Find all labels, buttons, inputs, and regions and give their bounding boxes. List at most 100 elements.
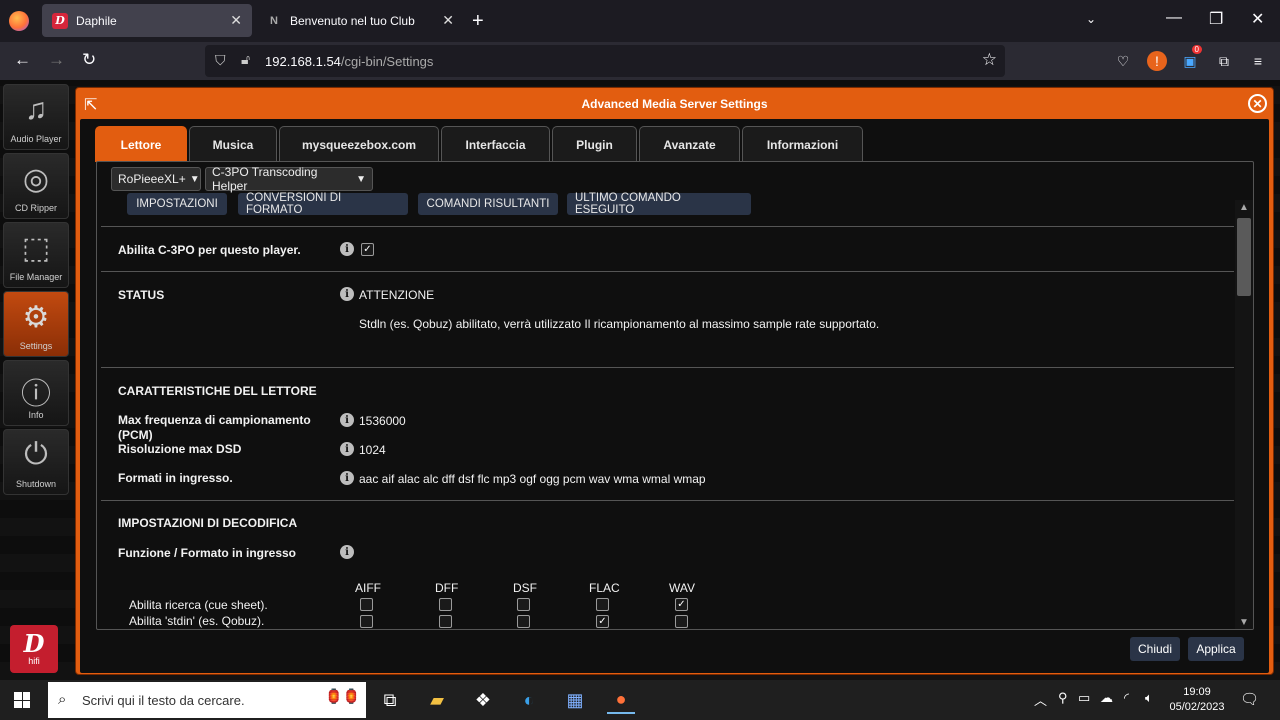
info-icon[interactable]: i <box>340 442 354 456</box>
store-icon[interactable]: ▦ <box>561 686 589 714</box>
stdin-dsf-checkbox[interactable] <box>517 615 530 628</box>
cue-wav-checkbox[interactable]: ✓ <box>675 598 688 611</box>
club-favicon-icon: N <box>270 14 278 27</box>
taskbar-search[interactable]: ⌕ Scrivi qui il testo da cercare. 🏮🏮 <box>48 682 366 718</box>
shield-icon[interactable]: ⛉ <box>215 52 226 69</box>
impostazioni-button[interactable]: IMPOSTAZIONI <box>127 193 227 215</box>
tab-avanzate[interactable]: Avanzate <box>639 126 740 162</box>
close-icon[interactable]: ✕ <box>1248 94 1267 113</box>
scroll-up-icon[interactable]: ▲ <box>1235 202 1253 213</box>
taskbar-clock[interactable]: 19:09 05/02/2023 <box>1164 685 1230 715</box>
tab-lettore[interactable]: Lettore <box>95 126 187 162</box>
stdin-aiff-checkbox[interactable] <box>360 615 373 628</box>
stdin-wav-checkbox[interactable] <box>675 615 688 628</box>
sidebar-item-settings[interactable]: ⚙ Settings <box>3 291 69 357</box>
sidebar-item-audio-player[interactable]: ♫ Audio Player <box>3 84 69 150</box>
scroll-thumb[interactable] <box>1237 218 1251 296</box>
info-icon[interactable]: i <box>340 413 354 427</box>
firefox-logo-icon[interactable] <box>9 11 29 31</box>
battery-icon[interactable]: ▭ <box>1078 690 1090 706</box>
task-view-icon[interactable]: ⧉ <box>376 686 404 714</box>
divider <box>101 367 1234 368</box>
close-tab-icon[interactable]: ✕ <box>230 12 242 29</box>
meet-icon[interactable]: ⚲ <box>1058 690 1068 706</box>
stdin-dff-checkbox[interactable] <box>439 615 452 628</box>
tab-mysqueezebox[interactable]: mysqueezebox.com <box>279 126 439 162</box>
plugin-select[interactable]: C-3PO Transcoding Helper ▼ <box>205 165 373 193</box>
tab-interfaccia[interactable]: Interfaccia <box>441 126 550 162</box>
firefox-taskbar-icon[interactable]: ● <box>607 686 635 714</box>
pocket-icon[interactable]: ♡ <box>1113 51 1133 71</box>
forward-icon[interactable]: → <box>48 50 65 70</box>
bookmark-star-icon[interactable]: ☆ <box>982 50 997 70</box>
dropbox-icon[interactable]: ❖ <box>469 686 497 714</box>
notifications-icon[interactable]: 🗨︎ <box>1240 690 1259 708</box>
browser-tab-club[interactable]: N Benvenuto nel tuo Club ✕ <box>256 4 464 37</box>
comandi-button[interactable]: COMANDI RISULTANTI <box>418 193 558 215</box>
maximize-icon[interactable]: ❐ <box>1209 9 1223 29</box>
reload-icon[interactable]: ↻ <box>82 50 96 70</box>
back-icon[interactable]: ← <box>14 50 31 70</box>
tab-musica[interactable]: Musica <box>189 126 277 162</box>
dsd-value: 1024 <box>359 443 386 457</box>
url-bar[interactable]: ⛉ 🔓︎ 192.168.1.54/cgi-bin/Settings ☆ <box>205 45 1005 77</box>
player-select[interactable]: RoPieeeXL+ ▼ <box>111 167 201 191</box>
browser-tab-daphile[interactable]: D Daphile ✕ <box>42 4 252 37</box>
max-freq-label: Max frequenza di campionamento (PCM) <box>118 413 311 442</box>
info-icon[interactable]: i <box>340 287 354 301</box>
close-button[interactable]: Chiudi <box>1130 637 1180 661</box>
ultimo-comando-button[interactable]: ULTIMO COMANDO ESEGUITO <box>567 192 751 216</box>
windows-start-icon[interactable] <box>14 692 30 708</box>
sidebar-item-label: Settings <box>19 341 53 351</box>
wifi-icon[interactable]: ◜ <box>1124 690 1129 706</box>
sidebar-item-label: Shutdown <box>15 479 57 489</box>
dropdown-arrow-icon: ▼ <box>356 173 366 185</box>
sidebar-item-label: Info <box>28 410 44 420</box>
tab-plugin[interactable]: Plugin <box>552 126 637 162</box>
extension-icon[interactable]: ! <box>1147 51 1167 71</box>
conversioni-button[interactable]: CONVERSIONI DI FORMATO <box>238 192 408 216</box>
tray-chevron-icon[interactable]: ︿ <box>1034 690 1047 709</box>
sidebar-item-cd-ripper[interactable]: ◎ CD Ripper <box>3 153 69 219</box>
sidebar-item-shutdown[interactable]: ⏻ Shutdown <box>3 429 69 495</box>
stdin-flac-checkbox[interactable]: ✓ <box>596 615 609 628</box>
sidebar-item-file-manager[interactable]: ⬚ File Manager <box>3 222 69 288</box>
cue-sheet-row-label: Abilita ricerca (cue sheet). <box>129 598 268 612</box>
sidebar-item-info[interactable]: ⓘ Info <box>3 360 69 426</box>
info-icon[interactable]: i <box>340 471 354 485</box>
chevron-down-icon[interactable]: ⌄ <box>1086 12 1096 26</box>
cue-dff-checkbox[interactable] <box>439 598 452 611</box>
status-value: ATTENZIONE <box>359 288 435 302</box>
power-icon: ⏻ <box>24 438 48 471</box>
menu-icon[interactable]: ≡ <box>1248 51 1268 71</box>
notification-badge: 0 <box>1191 45 1202 54</box>
scroll-down-icon[interactable]: ▼ <box>1235 617 1253 628</box>
tab-informazioni[interactable]: Informazioni <box>742 126 863 162</box>
close-window-icon[interactable]: ✕ <box>1251 9 1264 29</box>
stdin-row-label: Abilita 'stdin' (es. Qobuz). <box>129 614 265 628</box>
settings-dialog: ⇱ Advanced Media Server Settings ✕ Letto… <box>75 87 1274 675</box>
clock-time: 19:09 <box>1183 686 1211 698</box>
apply-button[interactable]: Applica <box>1188 637 1244 661</box>
url-text[interactable]: 192.168.1.54/cgi-bin/Settings <box>265 54 433 69</box>
minimize-icon[interactable]: — <box>1166 9 1182 27</box>
sidebar: ♫ Audio Player ◎ CD Ripper ⬚ File Manage… <box>0 80 72 680</box>
extensions-puzzle-icon[interactable]: ⧉ <box>1214 51 1234 71</box>
info-icon[interactable]: i <box>340 242 354 256</box>
content-scrollbar[interactable]: ▲ ▼ <box>1235 200 1253 629</box>
edge-icon[interactable]: ◐ <box>515 686 543 714</box>
file-explorer-icon[interactable]: ▰ <box>423 686 451 714</box>
cue-dsf-checkbox[interactable] <box>517 598 530 611</box>
divider <box>101 226 1234 227</box>
cue-flac-checkbox[interactable] <box>596 598 609 611</box>
cue-aiff-checkbox[interactable] <box>360 598 373 611</box>
account-icon[interactable]: ▣ 0 <box>1180 45 1202 71</box>
onedrive-icon[interactable]: ☁ <box>1100 690 1113 706</box>
new-tab-icon[interactable]: + <box>472 10 484 33</box>
info-icon[interactable]: i <box>340 545 354 559</box>
lock-icon[interactable]: 🔓︎ <box>241 51 250 68</box>
close-tab-icon[interactable]: ✕ <box>442 12 454 29</box>
enable-c3po-checkbox[interactable]: ✓ <box>361 243 374 256</box>
url-path: /cgi-bin/Settings <box>340 54 434 69</box>
volume-icon[interactable]: 🔈︎ <box>1145 690 1153 706</box>
